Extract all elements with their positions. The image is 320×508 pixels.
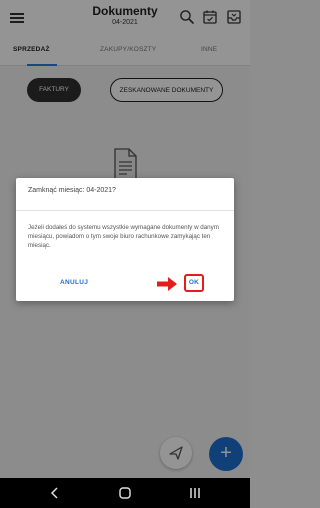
cancel-button[interactable]: ANULUJ	[60, 279, 88, 286]
back-icon[interactable]	[48, 486, 62, 500]
dialog-title: Zamknąć miesiąc: 04-2021?	[28, 187, 116, 194]
close-month-dialog: Zamknąć miesiąc: 04-2021? Jeżeli dodałeś…	[16, 178, 234, 301]
home-icon[interactable]	[118, 486, 132, 500]
recents-icon[interactable]	[188, 486, 202, 500]
ok-button[interactable]: OK	[184, 274, 204, 292]
system-nav-bar	[0, 478, 250, 508]
dialog-message: Jeżeli dodałeś do systemu wszystkie wyma…	[28, 224, 219, 249]
dialog-divider	[16, 210, 234, 211]
arrow-right-icon	[156, 276, 178, 292]
